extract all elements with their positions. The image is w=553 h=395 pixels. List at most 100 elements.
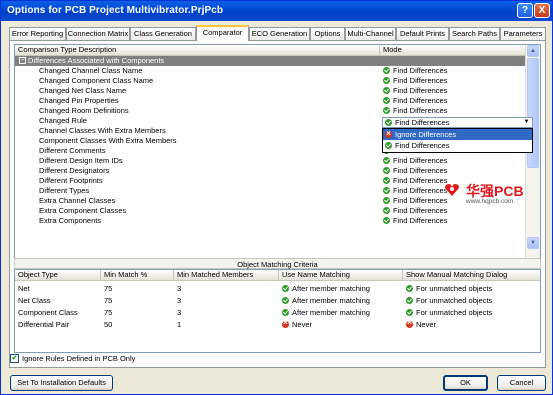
mode-value: Find Differences: [393, 166, 448, 175]
comparison-row[interactable]: Extra Component Classes Find Differences: [15, 206, 526, 216]
comparison-row[interactable]: Changed Pin Properties Find Differences: [15, 96, 526, 106]
matching-row[interactable]: Component Class 75 3 After member matchi…: [15, 308, 540, 318]
check-icon: [406, 297, 413, 304]
mode-value: Find Differences: [393, 86, 448, 95]
min-match-value[interactable]: 75: [104, 308, 112, 318]
use-name-cell[interactable]: After member matching: [282, 296, 370, 306]
collapse-icon[interactable]: −: [19, 57, 26, 64]
show-manual-cell[interactable]: Never: [406, 318, 436, 330]
show-manual-cell[interactable]: For unmatched objects: [406, 308, 492, 318]
ignore-rules-label[interactable]: Ignore Rules Defined in PCB Only: [22, 354, 135, 363]
comparison-row[interactable]: Changed Room Definitions Find Differences: [15, 106, 526, 116]
comparison-type: Different Footprints: [39, 176, 103, 185]
object-matching-grid: Object Type Min Match % Min Matched Memb…: [14, 269, 541, 353]
use-name-cell[interactable]: Never: [282, 318, 312, 330]
tab-options[interactable]: Options: [310, 27, 345, 40]
use-name-cell[interactable]: After member matching: [282, 284, 370, 294]
title-bar[interactable]: Options for PCB Project Multivibrator.Pr…: [1, 1, 552, 21]
mode-cell[interactable]: Find Differences: [383, 206, 447, 216]
comparison-row[interactable]: Changed Net Class Name Find Differences: [15, 86, 526, 96]
min-members-value[interactable]: 1: [177, 320, 181, 330]
min-match-header[interactable]: Min Match %: [101, 270, 174, 281]
tab-search-paths[interactable]: Search Paths: [449, 27, 500, 40]
mode-cell[interactable]: Find Differences: [383, 86, 447, 96]
use-name-cell[interactable]: After member matching: [282, 308, 370, 318]
matching-row[interactable]: Net Class 75 3 After member matching For…: [15, 296, 540, 306]
mode-cell[interactable]: Find Differences: [383, 76, 447, 86]
comparison-type: Extra Components: [39, 216, 102, 225]
tab-error-reporting[interactable]: Error Reporting: [9, 27, 66, 40]
description-column-header[interactable]: Comparison Type Description: [15, 45, 380, 56]
tab-connection-matrix[interactable]: Connection Matrix: [66, 27, 130, 40]
ok-button[interactable]: OK: [443, 375, 488, 391]
mode-cell[interactable]: Find Differences: [383, 66, 447, 76]
min-members-value[interactable]: 3: [177, 308, 181, 318]
set-defaults-button[interactable]: Set To Installation Defaults: [10, 375, 113, 391]
comparison-row[interactable]: Extra Components Find Differences: [15, 216, 526, 226]
mode-cell[interactable]: Find Differences: [383, 186, 447, 196]
options-dialog: Options for PCB Project Multivibrator.Pr…: [0, 0, 553, 395]
mode-cell[interactable]: Find Differences: [383, 106, 447, 116]
mode-cell[interactable]: Find Differences: [383, 156, 447, 166]
comparison-row[interactable]: Different Designators Find Differences: [15, 166, 526, 176]
check-icon: [383, 67, 390, 74]
ignore-rules-checkbox[interactable]: ✔: [10, 354, 19, 363]
check-icon: [383, 157, 390, 164]
chevron-down-icon[interactable]: ▼: [521, 118, 532, 127]
mode-cell[interactable]: Find Differences: [383, 96, 447, 106]
min-members-value[interactable]: 3: [177, 296, 181, 306]
mode-value: Find Differences: [393, 206, 448, 215]
option-find-differences[interactable]: Find Differences: [383, 140, 532, 151]
mode-cell[interactable]: Find Differences: [383, 176, 447, 186]
option-ignore-differences[interactable]: Ignore Differences: [383, 128, 532, 140]
min-matched-members-header[interactable]: Min Matched Members: [174, 270, 279, 281]
tab-eco-generation[interactable]: ECO Generation: [249, 27, 310, 40]
show-manual-cell[interactable]: For unmatched objects: [406, 296, 492, 306]
tab-comparator[interactable]: Comparator: [196, 25, 249, 41]
check-icon: [406, 285, 413, 292]
min-match-value[interactable]: 75: [104, 284, 112, 294]
mode-dropdown[interactable]: Find Differences ▼: [382, 117, 533, 128]
show-manual-cell[interactable]: For unmatched objects: [406, 284, 492, 294]
use-name-matching-header[interactable]: Use Name Matching: [279, 270, 403, 281]
min-match-value[interactable]: 75: [104, 296, 112, 306]
scroll-down-icon[interactable]: ▼: [527, 237, 539, 249]
cancel-button[interactable]: Cancel: [497, 375, 546, 391]
check-icon: [282, 297, 289, 304]
check-icon: [383, 207, 390, 214]
min-match-value[interactable]: 50: [104, 320, 112, 330]
object-type-header[interactable]: Object Type: [15, 270, 101, 281]
tab-multi-channel[interactable]: Multi-Channel: [345, 27, 396, 40]
object-matching-title: Object Matching Criteria: [14, 258, 541, 269]
comparison-type: Component Classes With Extra Members: [39, 136, 177, 145]
matching-row[interactable]: Differential Pair 50 1 Never Never: [15, 318, 540, 330]
mode-cell[interactable]: Find Differences: [383, 166, 447, 176]
tab-default-prints[interactable]: Default Prints: [396, 27, 449, 40]
comparison-row[interactable]: Extra Channel Classes Find Differences: [15, 196, 526, 206]
mode-cell[interactable]: Find Differences: [383, 196, 447, 206]
comparison-row[interactable]: Changed Component Class Name Find Differe…: [15, 76, 526, 86]
comparison-row[interactable]: Changed Channel Class Name Find Differenc…: [15, 66, 526, 76]
help-button[interactable]: ?: [517, 3, 533, 18]
min-members-value[interactable]: 3: [177, 284, 181, 294]
comparison-type: Changed Channel Class Name: [39, 66, 143, 75]
mode-cell[interactable]: Find Differences: [383, 216, 447, 226]
check-icon: [383, 217, 390, 224]
check-icon: [383, 167, 390, 174]
use-name-value: After member matching: [292, 296, 370, 305]
close-button[interactable]: X: [534, 3, 550, 18]
show-manual-matching-header[interactable]: Show Manual Matching Dialog: [403, 270, 540, 281]
check-icon: [383, 187, 390, 194]
tab-class-generation[interactable]: Class Generation: [130, 27, 196, 40]
mode-column-header[interactable]: Mode: [380, 45, 527, 56]
mode-value: Find Differences: [393, 176, 448, 185]
matching-row[interactable]: Net 75 3 After member matching For unmat…: [15, 284, 540, 294]
scroll-up-icon[interactable]: ▲: [527, 45, 539, 57]
vertical-scrollbar[interactable]: ▲ ▼: [525, 45, 540, 286]
use-name-value: After member matching: [292, 284, 370, 293]
comparison-row[interactable]: Different Design Item IDs Find Difference…: [15, 156, 526, 166]
group-row[interactable]: − Differences Associated with Components: [15, 56, 526, 66]
tab-parameters[interactable]: Parameters: [500, 27, 546, 40]
comparison-type: Different Design Item IDs: [39, 156, 123, 165]
check-icon: [385, 142, 392, 149]
